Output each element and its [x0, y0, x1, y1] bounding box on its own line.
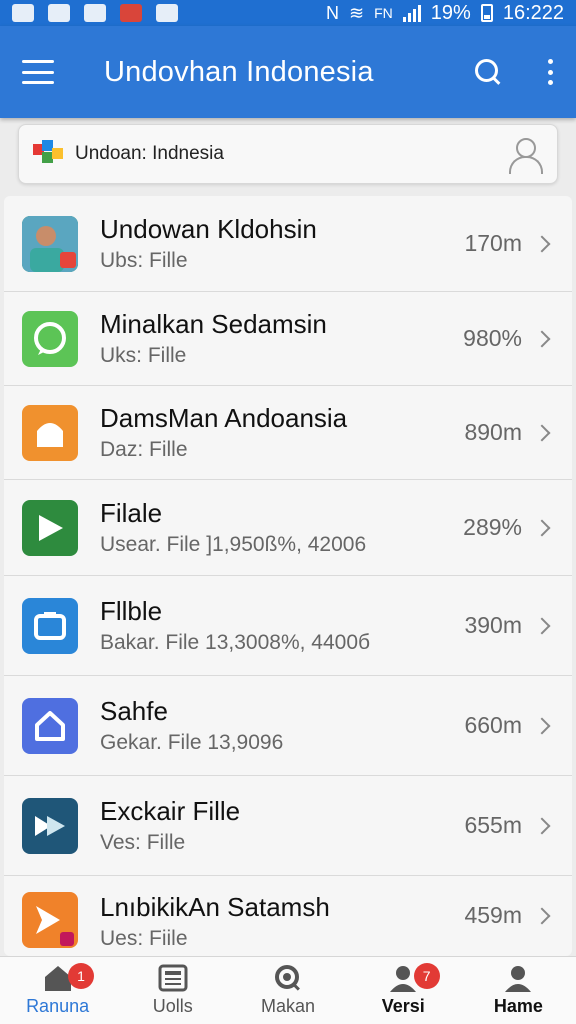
app-list: Undowan Kldohsin Ubs: Fille 170m Minalka…: [4, 196, 572, 956]
item-value: 390m: [464, 612, 522, 638]
item-value: 890m: [464, 419, 522, 445]
nav-label: Makan: [260, 996, 316, 1016]
item-title: Fllble: [100, 596, 163, 626]
news-icon: [158, 964, 188, 992]
notification-badge: 7: [413, 963, 440, 989]
item-subtitle: Ues: Fiile: [100, 927, 188, 950]
item-title: Undowan Kldohsin: [100, 214, 317, 244]
home-icon: [22, 697, 78, 754]
item-value: 170m: [464, 230, 522, 256]
item-subtitle: Usear. File ]1,950ß%, 42006: [100, 533, 367, 556]
list-item[interactable]: LnıbikikAn Satamsh Ues: Fiile 459m: [4, 876, 572, 956]
app-logo-icon: [33, 140, 65, 168]
item-subtitle: Uks: Fille: [100, 344, 187, 367]
forward-icon: [22, 797, 78, 854]
battery-icon: [480, 4, 493, 22]
item-title: DamsMan Andoansia: [100, 403, 348, 433]
nav-label: Versi: [381, 996, 425, 1016]
chevron-right-icon: [533, 330, 551, 347]
nav-item-uolls[interactable]: Uolls: [115, 957, 230, 1024]
search-text[interactable]: Undoan: Indnesia: [75, 143, 224, 165]
arrow-icon: [22, 892, 78, 948]
item-value: 655m: [464, 812, 522, 838]
battery-percent: 19%: [430, 1, 471, 24]
search-icon[interactable]: [474, 58, 502, 86]
chevron-right-icon: [533, 717, 551, 734]
menu-icon[interactable]: [22, 60, 54, 84]
chevron-right-icon: [533, 519, 551, 536]
item-subtitle: Ves: Fille: [100, 831, 186, 854]
more-options-icon[interactable]: [546, 59, 554, 85]
person-photo-icon: [22, 215, 78, 272]
notification-icon: [12, 4, 34, 22]
clock: 16:222: [502, 1, 564, 24]
signal-icon: [402, 4, 421, 22]
app-title: Undovhan Indonesia: [104, 55, 374, 88]
item-subtitle: Daz: Fille: [100, 438, 188, 461]
person-icon: [503, 964, 533, 992]
network-label: FN: [374, 5, 393, 21]
list-item[interactable]: DamsMan Andoansia Daz: Fille 890m: [4, 386, 572, 480]
item-subtitle: Gekar. File 13,9096: [100, 731, 284, 754]
search-bar[interactable]: Undoan: Indnesia: [18, 124, 558, 184]
list-item[interactable]: Minalkan Sedamsin Uks: Fille 980%: [4, 292, 572, 386]
chat-bubble-icon: [22, 310, 78, 367]
list-item[interactable]: Filale Usear. File ]1,950ß%, 42006 289%: [4, 480, 572, 576]
nav-item-ranuna[interactable]: 1 Ranuna: [0, 957, 115, 1024]
list-item[interactable]: Exckair Fille Ves: Fille 655m: [4, 776, 572, 876]
notification-icon: [120, 4, 142, 22]
item-title: Exckair Fille: [100, 796, 241, 826]
tent-icon: [22, 404, 78, 461]
chevron-right-icon: [533, 617, 551, 634]
wifi-icon: ≋: [349, 2, 365, 23]
nav-item-hame[interactable]: Hame: [461, 957, 576, 1024]
chevron-right-icon: [533, 235, 551, 252]
item-value: 980%: [463, 325, 522, 351]
item-subtitle: Bakar. File 13,3008%, 4400б: [100, 631, 371, 654]
list-item[interactable]: Undowan Kldohsin Ubs: Fille 170m: [4, 196, 572, 292]
list-item[interactable]: Sahfe Gekar. File 13,9096 660m: [4, 676, 572, 776]
chevron-right-icon: [533, 424, 551, 441]
item-value: 459m: [464, 902, 522, 928]
item-value: 660m: [464, 712, 522, 738]
nav-label: Uolls: [152, 996, 193, 1016]
item-subtitle: Ubs: Fille: [100, 249, 188, 272]
item-title: Filale: [100, 498, 163, 528]
chevron-right-icon: [533, 907, 551, 925]
bottom-nav: 1 Ranuna Uolls Makan 7 Versi Hame: [0, 956, 576, 1024]
account-icon[interactable]: [507, 136, 543, 174]
notification-icon: [48, 4, 70, 22]
nav-label: Ranuna: [26, 996, 90, 1016]
status-bar: N ≋ FN 19% 16:222: [0, 0, 576, 26]
search-icon: [273, 964, 303, 992]
nav-item-makan[interactable]: Makan: [230, 957, 345, 1024]
item-title: Minalkan Sedamsin: [100, 309, 327, 339]
nfc-icon: N: [326, 2, 340, 23]
app-bar: Undovhan Indonesia: [0, 26, 576, 118]
window-icon: [22, 597, 78, 654]
notification-icon: [84, 4, 106, 22]
notification-icon: [156, 4, 178, 22]
nav-label: Hame: [493, 996, 543, 1016]
item-title: Sahfe: [100, 696, 168, 726]
nav-item-versi[interactable]: 7 Versi: [346, 957, 461, 1024]
notification-badge: 1: [68, 963, 94, 989]
item-value: 289%: [463, 514, 522, 540]
chevron-right-icon: [533, 817, 551, 834]
list-item[interactable]: Fllble Bakar. File 13,3008%, 4400б 390m: [4, 576, 572, 676]
item-title: LnıbikikAn Satamsh: [100, 892, 330, 922]
play-icon: [22, 499, 78, 556]
